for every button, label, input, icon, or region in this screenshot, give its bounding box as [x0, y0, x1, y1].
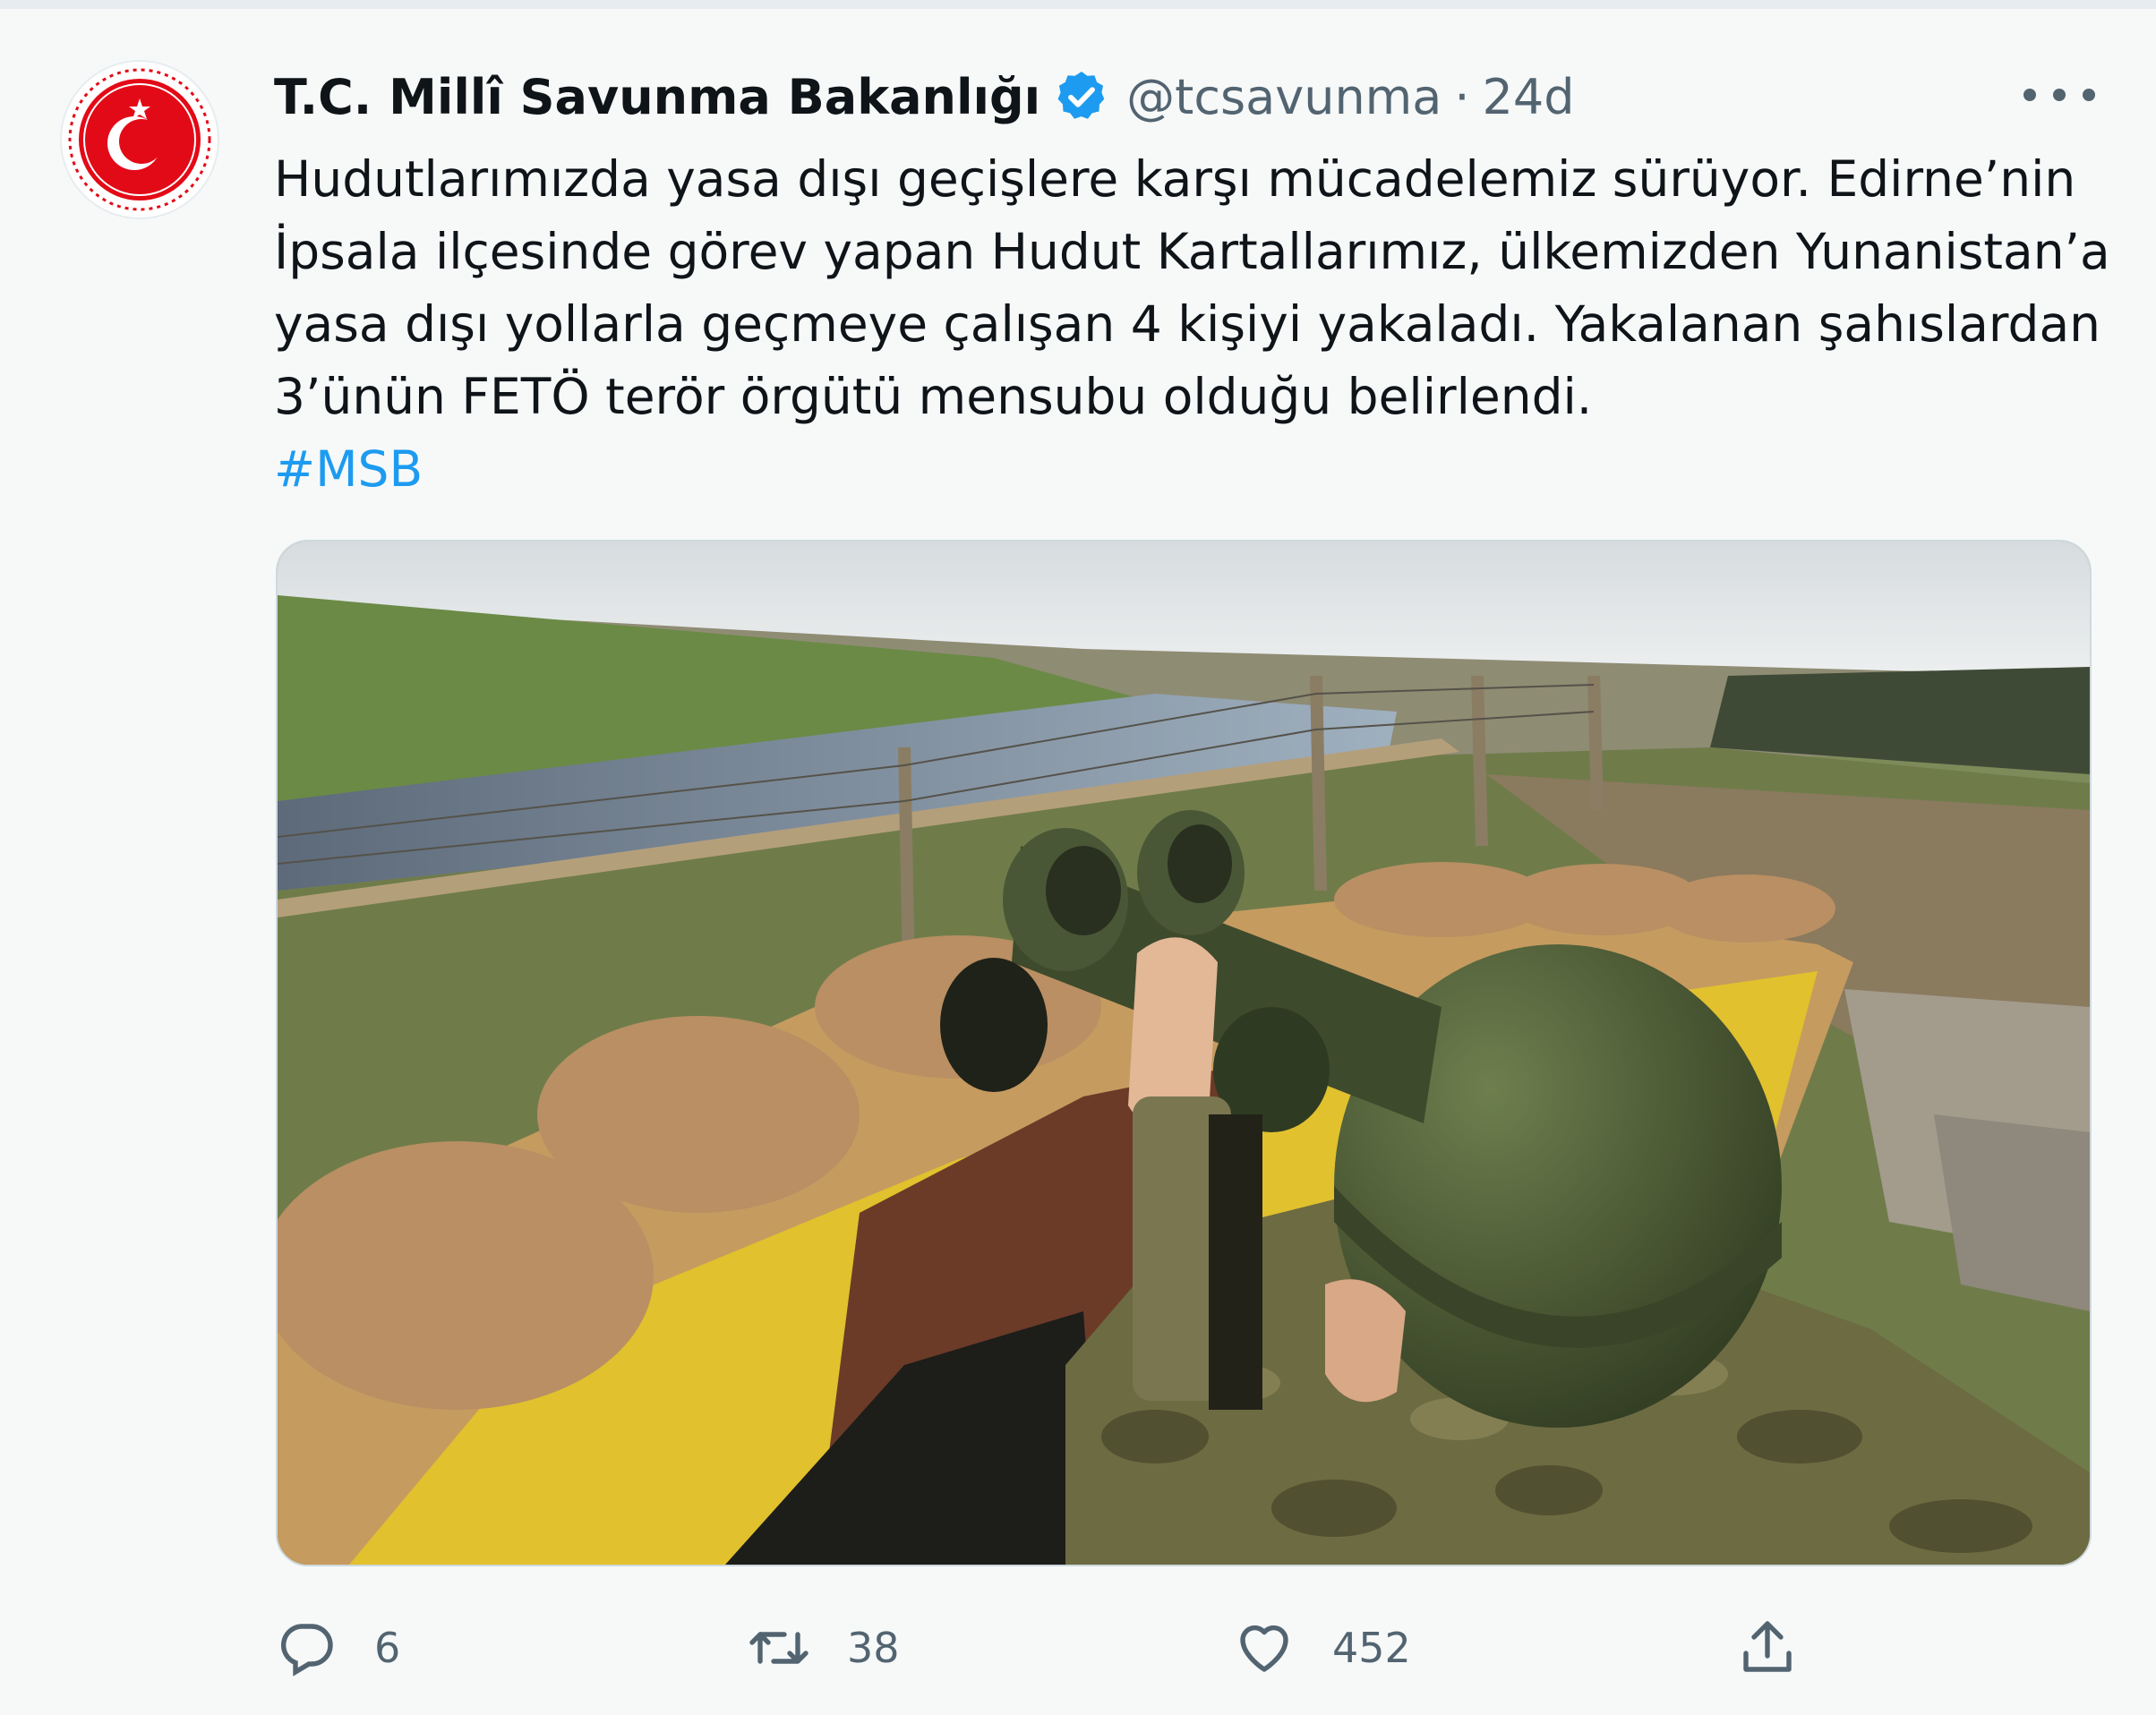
- separator-dot: ·: [1454, 68, 1470, 125]
- retweet-icon: [749, 1632, 808, 1664]
- msb-logo-icon: [60, 60, 219, 219]
- reply-icon: [280, 1624, 333, 1677]
- tweet-text-line: yasa dışı yollarla geçmeye çalışan 4 kiş…: [274, 295, 2101, 353]
- like-count: 452: [1332, 1624, 1411, 1672]
- more-dot: [2083, 89, 2095, 101]
- top-divider: [0, 0, 2156, 9]
- like-button[interactable]: 452: [1232, 1608, 1411, 1688]
- verified-badge-icon: [1057, 72, 1105, 119]
- account-handle[interactable]: @tcsavunma: [1126, 69, 1442, 125]
- reply-button[interactable]: 6: [274, 1608, 400, 1688]
- heart-icon: [1240, 1625, 1288, 1672]
- share-button[interactable]: [1735, 1608, 1800, 1688]
- tweet-timestamp[interactable]: 24d: [1483, 69, 1575, 125]
- share-icon: [1743, 1621, 1792, 1672]
- tweet-photo[interactable]: [276, 540, 2092, 1566]
- retweet-button[interactable]: 38: [747, 1608, 900, 1688]
- tweet-text-line: Hudutlarımızda yasa dışı geçişlere karşı…: [274, 150, 2076, 208]
- retweet-count: 38: [847, 1624, 900, 1672]
- more-options-icon[interactable]: [2023, 70, 2095, 120]
- border-soldier-binoculars-photo: [278, 542, 2090, 1565]
- tweet-text-line: İpsala ilçesinde görev yapan Hudut Karta…: [274, 223, 2110, 280]
- tweet-actions: 6 38 452: [274, 1608, 2109, 1688]
- reply-count: 6: [374, 1624, 401, 1672]
- more-dot: [2023, 89, 2036, 101]
- tweet-text-line: 3’ünün FETÖ terör örgütü mensubu olduğu …: [274, 368, 1593, 425]
- hashtag-link[interactable]: #MSB: [274, 433, 2109, 506]
- more-dot: [2053, 89, 2066, 101]
- account-avatar[interactable]: [59, 59, 220, 220]
- account-name[interactable]: T.C. Millî Savunma Bakanlığı: [274, 69, 1040, 125]
- tweet-header: T.C. Millî Savunma Bakanlığı @tcsavunma …: [274, 61, 1575, 132]
- tweet-text: Hudutlarımızda yasa dışı geçişlere karşı…: [274, 143, 2110, 506]
